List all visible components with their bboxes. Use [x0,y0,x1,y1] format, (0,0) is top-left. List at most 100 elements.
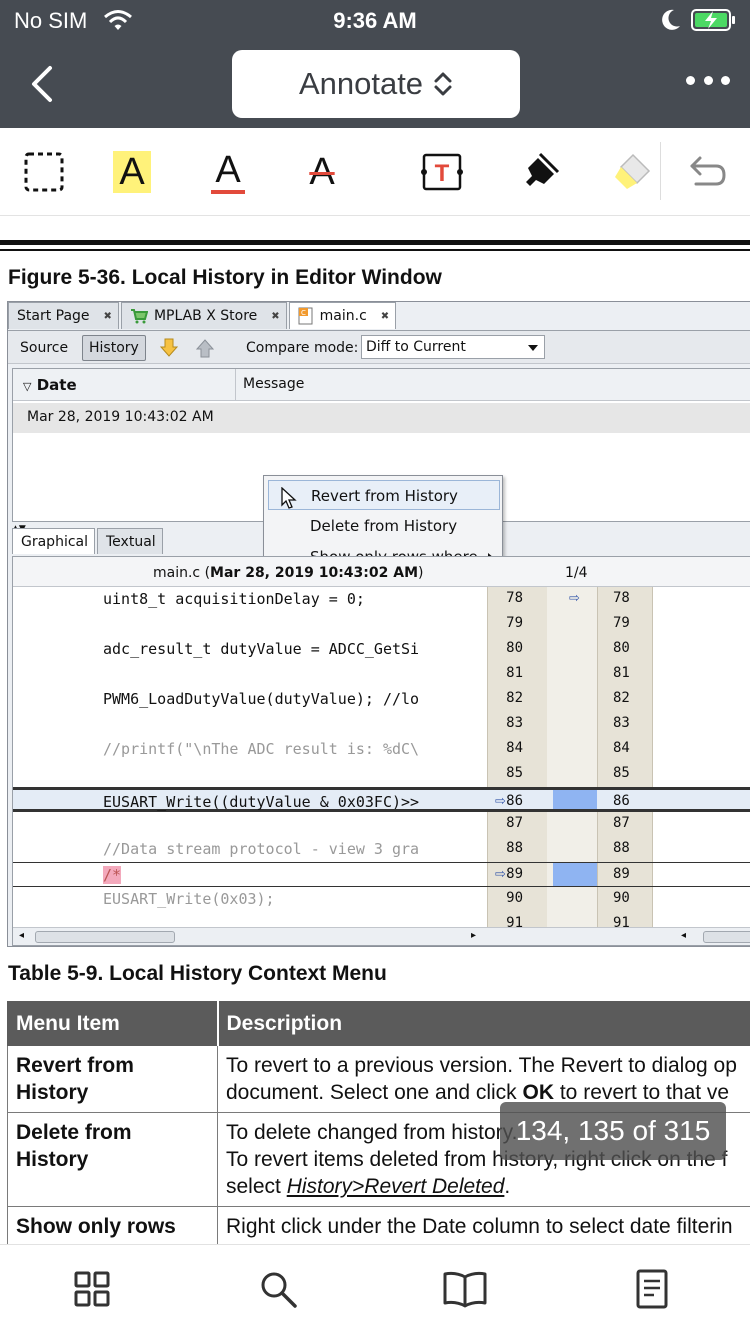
thumbnails-grid-icon[interactable] [72,1269,112,1309]
text-box-tool[interactable]: T [418,148,466,196]
right-line-number: 89 [613,866,630,882]
undo-button[interactable] [682,148,730,196]
selection-box-icon [24,152,64,192]
scroll-thumb [35,931,175,943]
search-icon[interactable] [258,1269,298,1309]
right-line-number: 83 [613,715,630,731]
code-line: EUSART_Write((dutyValue & 0x03FC)>> 86 86 ⇨ [13,787,750,812]
row-menu-item: Show only rows [7,1206,218,1244]
bottom-toolbar [0,1244,750,1334]
code-line: 85 85 [13,762,750,787]
history-row-date: Mar 28, 2019 10:43:02 AM [27,409,214,425]
page-indicator: 134, 135 of 315 [500,1102,726,1160]
highlighter-icon [615,153,651,189]
diff-change-marker [553,790,597,809]
tab-label: main.c [319,308,367,324]
left-line-number: 90 [506,890,523,906]
tab-main-c: C main.c ✖ [288,302,397,329]
code-text: //Data stream protocol - view 3 gra [103,840,420,858]
date-column-header: ▽ Date [23,376,77,394]
annotation-toolbar: A A A T [0,128,750,216]
scroll-left-icon: ◂ [681,930,687,941]
underline-tool[interactable]: A [204,148,252,196]
arrow-down-icon [160,338,178,357]
table-header-row: Menu Item Description [7,1001,750,1046]
dropdown-caret-icon [528,345,538,351]
pen-tool[interactable] [516,148,564,196]
mouse-cursor-icon [281,487,297,509]
left-line-number: 88 [506,840,523,856]
sort-down-icon: ▽ [23,380,32,393]
tab-label: MPLAB X Store [153,308,258,324]
document-outline-icon[interactable] [632,1269,672,1309]
compare-mode-value: Diff to Current [366,339,466,355]
table-row: Show only rows Right click under the Dat… [7,1206,750,1244]
code-line: adc_result_t dutyValue = ADCC_GetSi 80 80 [13,637,750,662]
code-line: 87 87 [13,812,750,837]
scroll-thumb-right [703,931,750,943]
code-line: //printf("\nThe ADC result is: %dC\ 84 84 [13,737,750,762]
more-options-button[interactable] [686,76,730,92]
row-menu-item: Delete from History [7,1112,218,1207]
diff-arrow-icon: ⇨ [495,867,506,882]
annotate-mode-selector[interactable]: Annotate [232,50,520,118]
code-line: PWM6_LoadDutyValue(dutyValue); //lo 82 82 [13,687,750,712]
source-button: Source [20,340,69,356]
history-row: Mar 28, 2019 10:43:02 AM [13,403,750,433]
code-text: EUSART_Write(0x03); [103,890,275,908]
right-line-number: 87 [613,815,630,831]
section-rule [0,240,750,245]
left-line-number: 84 [506,740,523,756]
document-page[interactable]: Figure 5-36. Local History in Editor Win… [0,216,750,1244]
highlighter-tool[interactable] [610,148,658,196]
status-bar: No SIM 9:36 AM [0,0,750,40]
code-line: 81 81 [13,662,750,687]
diff-arrow-icon: ⇨ [569,591,580,606]
right-line-number: 90 [613,890,630,906]
svg-text:T: T [435,160,450,187]
scroll-left-icon: ◂ [19,930,25,941]
rectangle-select-tool[interactable] [20,148,68,196]
clock: 9:36 AM [333,8,417,33]
right-line-number: 81 [613,665,630,681]
history-table-header: ▽ Date Message [13,369,750,401]
compare-mode-label: Compare mode: [246,340,359,356]
code-text: uint8_t acquisitionDelay = 0; [103,590,365,608]
dot-icon [721,76,730,85]
tab-label: Start Page [17,308,90,324]
right-line-number: 86 [613,793,630,809]
code-line: 83 83 [13,712,750,737]
cart-icon [130,309,148,324]
code-line: uint8_t acquisitionDelay = 0; 78 78 ⇨ [13,587,750,612]
diff-position: 1/4 [565,565,588,581]
strikethrough-tool[interactable]: A [298,148,346,196]
code-text: /* [103,866,122,884]
code-line: 79 79 [13,612,750,637]
table-caption: Table 5-9. Local History Context Menu [8,962,387,985]
code-text: EUSART_Write((dutyValue & 0x03FC)>> [103,793,420,811]
right-line-number: 82 [613,690,630,706]
diff-header: main.c (Mar 28, 2019 10:43:02 AM) 1/4 [13,557,750,587]
left-line-number: 80 [506,640,523,656]
tab-start-page: Start Page ✖ [8,302,119,329]
highlight-tool[interactable]: A [108,148,156,196]
text-box-icon: T [421,153,463,191]
chevron-up-down-icon [434,72,452,96]
undo-icon [690,156,726,186]
right-line-number: 84 [613,740,630,756]
figure-caption: Figure 5-36. Local History in Editor Win… [8,266,442,289]
back-button[interactable] [22,62,66,106]
right-line-number: 78 [613,590,630,606]
code-line: EUSART_Write(0x03); 90 90 [13,887,750,912]
underline-a-icon: A [211,150,245,194]
code-text: PWM6_LoadDutyValue(dutyValue); //lo [103,690,420,708]
moon-icon [662,9,680,30]
header-description: Description [217,1001,750,1046]
history-toolbar: Source History Compare mode: Diff to Cur… [8,330,750,364]
menu-item-delete: Delete from History [310,517,458,535]
diff-arrow-icon: ⇨ [495,794,506,809]
tab-mplab-store: MPLAB X Store ✖ [120,302,287,329]
left-line-number: 83 [506,715,523,731]
book-icon[interactable] [442,1269,488,1309]
diff-file-label: main.c (Mar 28, 2019 10:43:02 AM) [153,565,424,581]
